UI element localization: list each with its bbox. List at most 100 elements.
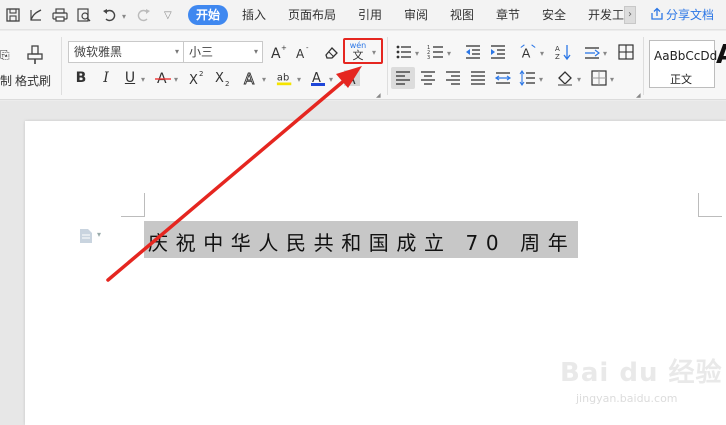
underline-button[interactable]: U <box>120 67 140 89</box>
svg-text:2: 2 <box>199 70 203 78</box>
cut-partial-label[interactable]: ⎘ <box>0 48 10 63</box>
tab-home[interactable]: 开始 <box>188 5 229 25</box>
spacing-dropdown-icon[interactable]: ▾ <box>603 49 607 58</box>
format-painter-icon[interactable] <box>22 42 48 68</box>
decrease-indent-icon[interactable] <box>463 41 483 63</box>
watermark-url: jingyan.baidu.com <box>576 392 678 405</box>
save-icon[interactable] <box>4 6 22 24</box>
change-case-dropdown-icon[interactable]: ▾ <box>540 49 544 58</box>
tab-insert[interactable]: 插入 <box>242 0 266 30</box>
character-shading-icon[interactable]: A <box>341 67 363 89</box>
menu-bar: ▾ ▽ 开始 插入 页面布局 引用 审阅 视图 章节 安全 开发工 › 分享文档 <box>0 0 726 30</box>
superscript-icon[interactable]: X2 <box>186 67 208 89</box>
heading-style-preview[interactable]: A <box>716 40 726 70</box>
font-size-value: 小三 <box>189 45 214 59</box>
numbered-list-icon[interactable]: 123 <box>426 41 446 63</box>
style-normal[interactable]: AaBbCcDd 正文 <box>649 40 718 88</box>
font-color-icon[interactable]: A <box>308 67 328 89</box>
italic-button[interactable]: I <box>96 67 116 89</box>
more-tabs-icon[interactable]: › <box>624 6 636 24</box>
paragraph-handle-icon[interactable] <box>79 228 93 244</box>
clear-formatting-icon[interactable] <box>320 41 342 63</box>
divider <box>61 37 62 95</box>
line-spacing-icon[interactable] <box>518 67 538 89</box>
decrease-font-size-icon[interactable]: A- <box>293 41 313 63</box>
svg-text:A: A <box>244 70 255 87</box>
margin-corner-top-left <box>121 193 145 217</box>
align-center-icon[interactable] <box>418 67 438 89</box>
text-effect-icon[interactable]: A <box>241 67 261 89</box>
chevron-down-icon: ▾ <box>174 47 179 56</box>
print-icon[interactable] <box>51 6 69 24</box>
divider <box>387 37 388 95</box>
shading-fill-icon[interactable] <box>554 67 576 89</box>
tab-view[interactable]: 视图 <box>450 0 474 30</box>
style-sample-text: AaBbCcDd <box>654 49 718 63</box>
bold-button[interactable]: B <box>71 67 91 89</box>
font-dialog-launcher-icon[interactable]: ◢ <box>376 92 381 99</box>
paragraph-dialog-launcher-icon[interactable]: ◢ <box>636 92 641 99</box>
show-hide-marks-icon[interactable] <box>616 41 636 63</box>
tab-references[interactable]: 引用 <box>358 0 382 30</box>
subscript-icon[interactable]: X2 <box>212 67 234 89</box>
font-name-select[interactable]: 微软雅黑 ▾ <box>68 41 184 63</box>
share-icon <box>651 7 663 20</box>
borders-icon[interactable] <box>589 67 609 89</box>
justify-icon[interactable] <box>468 67 488 89</box>
chevron-down-icon: ▾ <box>253 47 258 56</box>
distributed-align-icon[interactable] <box>493 67 513 89</box>
line-spacing-toggle-icon[interactable] <box>582 41 602 63</box>
customize-quick-access-icon[interactable]: ▽ <box>164 10 172 21</box>
undo-icon[interactable] <box>101 6 119 24</box>
borders-dropdown-icon[interactable]: ▾ <box>610 75 614 84</box>
svg-text:3: 3 <box>427 55 430 61</box>
sort-icon[interactable]: AZ <box>553 41 573 63</box>
format-painter-label[interactable]: 格式刷 <box>15 72 51 89</box>
svg-text:X: X <box>189 73 198 87</box>
svg-text:-: - <box>306 44 309 52</box>
svg-text:ab: ab <box>277 73 289 84</box>
copy-partial-label[interactable]: 制 <box>0 72 12 89</box>
shading-dropdown-icon[interactable]: ▾ <box>577 75 581 84</box>
change-case-icon[interactable]: A <box>517 41 539 63</box>
underline-dropdown-icon[interactable]: ▾ <box>141 75 145 84</box>
highlight-color-icon[interactable]: ab <box>274 67 296 89</box>
undo-dropdown-icon[interactable]: ▾ <box>122 12 126 21</box>
tab-developer[interactable]: 开发工 <box>588 0 624 30</box>
bullet-dropdown-icon[interactable]: ▾ <box>415 49 419 58</box>
svg-text:2: 2 <box>225 80 229 87</box>
share-label: 分享文档 <box>666 8 715 22</box>
margin-corner-top-right <box>698 193 722 217</box>
align-left-icon[interactable] <box>393 67 413 89</box>
strikethrough-icon[interactable]: A <box>153 67 173 89</box>
font-name-value: 微软雅黑 <box>74 45 123 59</box>
tab-page-layout[interactable]: 页面布局 <box>288 0 336 30</box>
export-pdf-icon[interactable] <box>27 6 45 24</box>
font-color-dropdown-icon[interactable]: ▾ <box>329 75 333 84</box>
document-selected-text[interactable]: 庆祝中华人民共和国成立 70 周年 <box>148 227 575 256</box>
bullet-list-icon[interactable] <box>394 41 414 63</box>
divider <box>643 37 644 95</box>
increase-font-size-icon[interactable]: A + <box>268 41 288 63</box>
print-preview-icon[interactable] <box>75 6 93 24</box>
svg-text:A: A <box>522 45 531 60</box>
numbering-dropdown-icon[interactable]: ▾ <box>447 49 451 58</box>
style-name-label: 正文 <box>670 73 692 86</box>
increase-indent-icon[interactable] <box>488 41 508 63</box>
highlight-dropdown-icon[interactable]: ▾ <box>297 75 301 84</box>
svg-text:A: A <box>271 46 281 61</box>
tab-review[interactable]: 审阅 <box>404 0 428 30</box>
tab-chapter[interactable]: 章节 <box>496 0 520 30</box>
align-right-icon[interactable] <box>443 67 463 89</box>
strikethrough-dropdown-icon[interactable]: ▾ <box>174 75 178 84</box>
line-spacing-dropdown-icon[interactable]: ▾ <box>539 75 543 84</box>
text-effect-dropdown-icon[interactable]: ▾ <box>262 75 266 84</box>
font-size-select[interactable]: 小三 ▾ <box>183 41 263 63</box>
share-document-button[interactable]: 分享文档 <box>650 0 714 30</box>
svg-text:X: X <box>215 71 224 86</box>
svg-text:+: + <box>281 44 287 52</box>
redo-icon[interactable] <box>134 6 152 24</box>
tab-security[interactable]: 安全 <box>542 0 566 30</box>
highlight-box <box>343 38 383 64</box>
paragraph-handle-dropdown-icon[interactable]: ▾ <box>97 230 101 239</box>
